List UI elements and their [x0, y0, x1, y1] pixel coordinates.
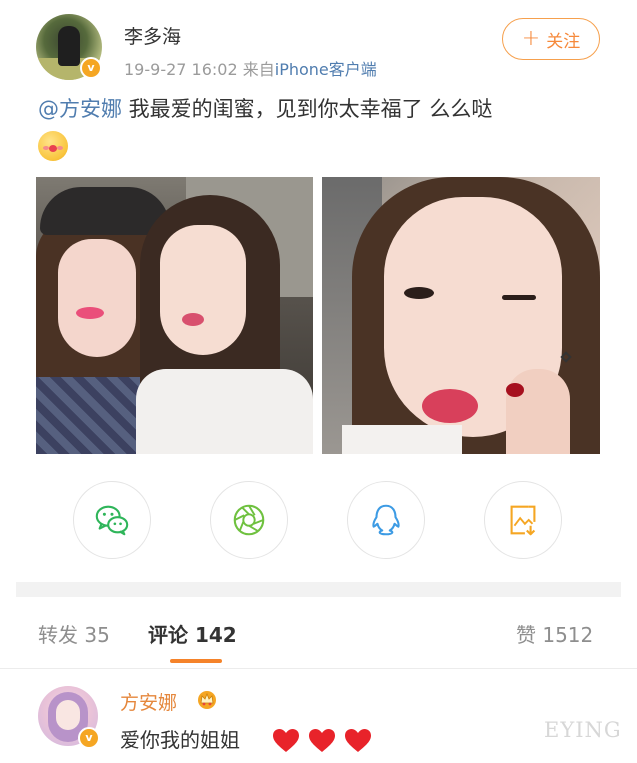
commenter-name[interactable]: 方安娜 — [120, 688, 177, 715]
share-wechat-button[interactable] — [73, 481, 151, 559]
post-photo-2[interactable] — [322, 177, 600, 454]
tab-comments[interactable]: 评论 142 — [148, 619, 237, 648]
share-moments-button[interactable] — [210, 481, 288, 559]
watermark: EYING — [544, 718, 622, 742]
comment-text: 爱你我的姐姐 — [120, 728, 240, 752]
comment-item: v 方安娜 爱你我的姐姐 — [0, 670, 637, 763]
save-image-button[interactable] — [484, 481, 562, 559]
crown-icon — [198, 691, 216, 709]
commenter-verified-badge-icon: v — [78, 727, 100, 749]
section-divider — [16, 582, 621, 597]
tab-likes-count: 1512 — [542, 623, 594, 647]
tab-comments-label: 评论 — [148, 623, 188, 647]
post-content: @方安娜 我最爱的闺蜜，见到你太幸福了 么么哒 — [38, 92, 598, 126]
tab-likes[interactable]: 赞 1512 — [516, 619, 593, 648]
share-row — [0, 481, 637, 559]
follow-label: 关注 — [546, 31, 581, 52]
post-time: 19-9-27 16:02 — [124, 60, 238, 79]
tab-comments-count: 142 — [194, 623, 237, 647]
plus-icon: + — [521, 26, 541, 51]
mention-link[interactable]: @方安娜 — [38, 97, 122, 121]
heart-icon — [273, 729, 299, 752]
kiss-emoji-icon — [38, 131, 68, 161]
source-prefix: 来自 — [242, 60, 275, 79]
heart-icon — [345, 729, 371, 752]
wechat-icon — [95, 505, 129, 536]
author-name[interactable]: 李多海 — [124, 22, 181, 49]
post-meta: 19-9-27 16:02 来自iPhone客户端 — [124, 56, 377, 80]
heart-icon — [309, 729, 335, 752]
post-photo-1[interactable] — [36, 177, 313, 454]
post-body-text: 我最爱的闺蜜，见到你太幸福了 么么哒 — [122, 97, 493, 121]
qq-icon — [372, 504, 400, 536]
interaction-tabs: 转发 35 评论 142 赞 1512 — [0, 597, 637, 669]
follow-button[interactable]: + 关注 — [502, 18, 600, 60]
tab-repost-label: 转发 — [38, 623, 78, 647]
post-source-link[interactable]: iPhone客户端 — [275, 60, 377, 79]
moments-icon — [233, 504, 265, 536]
tab-repost-count: 35 — [84, 623, 110, 647]
verified-badge-icon: v — [80, 57, 102, 79]
share-qq-button[interactable] — [347, 481, 425, 559]
tab-repost[interactable]: 转发 35 — [38, 619, 110, 648]
tab-likes-label: 赞 — [516, 623, 536, 647]
save-image-icon — [510, 505, 536, 536]
weibo-post: v 李多海 19-9-27 16:02 来自iPhone客户端 + 关注 @方安… — [0, 0, 637, 580]
active-tab-indicator — [170, 659, 222, 663]
